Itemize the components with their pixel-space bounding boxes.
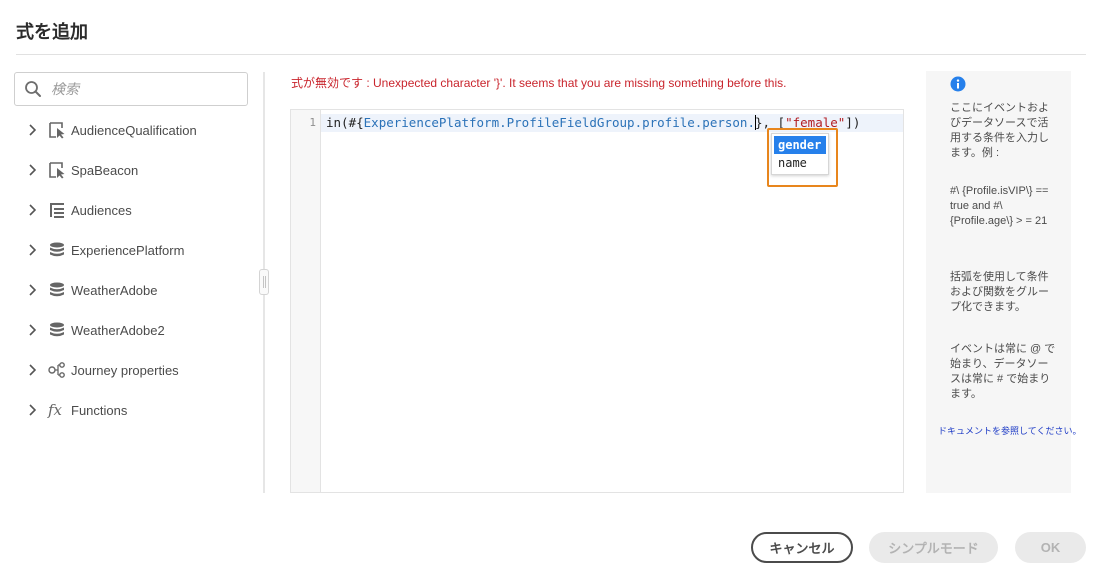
dialog-title: 式を追加 <box>16 22 88 42</box>
error-message: 式が無効です : Unexpected character '}'. It se… <box>291 74 786 91</box>
database-icon <box>44 239 70 261</box>
tree-item-label: AudienceQualification <box>71 122 197 138</box>
search-input[interactable] <box>51 81 231 97</box>
help-panel: ここにイベントおよびデータソースで活用する条件を入力します。例 : #\ {Pr… <box>926 71 1081 493</box>
tree-item-label: SpaBeacon <box>71 162 139 178</box>
tree-item-label: WeatherAdobe <box>71 282 158 298</box>
title-divider <box>16 54 1086 55</box>
data-source-tree: AudienceQualification SpaBeacon Audience… <box>22 110 258 430</box>
event-cursor-icon <box>44 119 70 141</box>
tree-item-weatheradobe2[interactable]: WeatherAdobe2 <box>22 310 258 350</box>
autocomplete-dropdown[interactable]: gender name <box>771 133 829 175</box>
function-fx-icon: fx <box>44 399 70 421</box>
chevron-right-icon[interactable] <box>22 284 42 296</box>
tree-item-weatheradobe[interactable]: WeatherAdobe <box>22 270 258 310</box>
tree-item-audiences[interactable]: Audiences <box>22 190 258 230</box>
hierarchy-icon <box>44 359 70 381</box>
code-function: in(#{ <box>326 115 364 130</box>
splitter-drag-handle[interactable] <box>259 269 269 295</box>
simple-mode-button[interactable]: シンプルモード <box>869 532 998 563</box>
chevron-right-icon[interactable] <box>22 244 42 256</box>
info-icon <box>950 76 966 97</box>
tree-item-audiencequalification[interactable]: AudienceQualification <box>22 110 258 150</box>
tree-item-spabeacon[interactable]: SpaBeacon <box>22 150 258 190</box>
chevron-right-icon[interactable] <box>22 364 42 376</box>
tree-item-functions[interactable]: fx Functions <box>22 390 258 430</box>
chevron-right-icon[interactable] <box>22 164 42 176</box>
autocomplete-item-name[interactable]: name <box>774 154 826 172</box>
tree-item-label: Functions <box>71 402 128 418</box>
list-tree-icon <box>44 199 70 221</box>
line-gutter: 1 <box>291 110 321 492</box>
tree-item-experienceplatform[interactable]: ExperiencePlatform <box>22 230 258 270</box>
tree-item-journey-properties[interactable]: Journey properties <box>22 350 258 390</box>
search-icon <box>15 73 51 105</box>
ok-button[interactable]: OK <box>1015 532 1086 563</box>
chevron-right-icon[interactable] <box>22 404 42 416</box>
tree-item-label: Journey properties <box>71 362 179 378</box>
help-intro: ここにイベントおよびデータソースで活用する条件を入力します。例 : <box>950 102 1049 159</box>
documentation-link[interactable]: ドキュメントを参照してください。 <box>938 424 1081 437</box>
database-icon <box>44 279 70 301</box>
tree-item-label: Audiences <box>71 202 132 218</box>
tree-item-label: ExperiencePlatform <box>71 242 185 258</box>
event-cursor-icon <box>44 159 70 181</box>
cancel-button[interactable]: キャンセル <box>751 532 853 563</box>
database-icon <box>44 319 70 341</box>
tree-item-label: WeatherAdobe2 <box>71 322 165 338</box>
svg-text:fx: fx <box>47 401 63 419</box>
chevron-right-icon[interactable] <box>22 124 42 136</box>
autocomplete-item-gender[interactable]: gender <box>774 136 826 154</box>
code-field-path: ExperiencePlatform.ProfileFieldGroup.pro… <box>363 115 755 130</box>
help-example: #\ {Profile.isVIP\} == true and #\ {Prof… <box>950 185 1049 227</box>
chevron-right-icon[interactable] <box>22 324 42 336</box>
add-expression-dialog: 式を追加 AudienceQualification SpaBeacon Aud… <box>0 0 1114 587</box>
chevron-right-icon[interactable] <box>22 204 42 216</box>
error-prefix: 式が無効です : <box>291 76 374 90</box>
line-number: 1 <box>309 116 316 129</box>
help-grouping: 括弧を使用して条件および関数をグループ化できます。 <box>950 271 1049 313</box>
error-detail: Unexpected character '}'. It seems that … <box>373 76 787 90</box>
help-prefixes: イベントは常に @ で始まり、データソースは常に # で始まります。 <box>950 343 1056 400</box>
code-closing: ]) <box>845 115 861 130</box>
search-field[interactable] <box>14 72 248 106</box>
